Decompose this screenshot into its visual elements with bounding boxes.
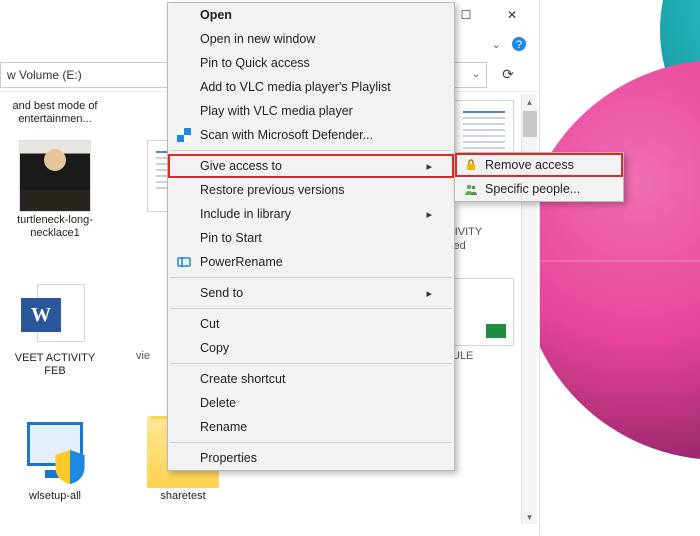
file-item[interactable]: turtleneck-long-necklace1 — [6, 136, 104, 244]
ctx-specific-people[interactable]: Specific people... — [455, 177, 623, 201]
svg-text:?: ? — [516, 39, 522, 51]
ctx-create-shortcut[interactable]: Create shortcut — [168, 367, 454, 391]
file-item[interactable] — [444, 274, 524, 350]
ctx-pin-start[interactable]: Pin to Start — [168, 226, 454, 250]
file-item[interactable]: wlsetup-all — [6, 412, 104, 507]
ctx-restore-versions[interactable]: Restore previous versions — [168, 178, 454, 202]
ctx-include-library[interactable]: Include in library▸ — [168, 202, 454, 226]
file-item[interactable]: and best mode of entertainmen... — [6, 96, 104, 130]
ctx-properties[interactable]: Properties — [168, 446, 454, 470]
image-thumbnail — [19, 140, 91, 212]
file-label-partial: vie — [136, 350, 150, 363]
context-submenu-give-access: Remove access Specific people... — [454, 152, 624, 202]
file-item[interactable]: W VEET ACTIVITY FEB — [6, 274, 104, 382]
ctx-powerrename[interactable]: PowerRename — [168, 250, 454, 274]
close-button[interactable]: ✕ — [489, 0, 535, 30]
help-icon[interactable]: ? — [511, 36, 527, 52]
ctx-give-access-to[interactable]: Give access to▸ — [168, 154, 454, 178]
chevron-right-icon: ▸ — [426, 208, 432, 221]
scroll-down-icon[interactable]: ▾ — [522, 509, 537, 525]
excel-icon — [454, 278, 514, 346]
word-icon: W — [19, 278, 91, 350]
address-dropdown-icon[interactable]: ⌄ — [472, 69, 480, 80]
ctx-send-to[interactable]: Send to▸ — [168, 281, 454, 305]
file-label: wlsetup-all — [29, 490, 81, 503]
defender-icon — [176, 127, 192, 143]
ctx-separator — [170, 277, 452, 278]
people-icon — [463, 181, 479, 197]
powerrename-icon — [176, 254, 192, 270]
ctx-vlc-add[interactable]: Add to VLC media player's Playlist — [168, 75, 454, 99]
lock-icon — [463, 157, 479, 173]
file-label: and best mode of entertainmen... — [8, 100, 102, 126]
chevron-down-icon[interactable]: ⌄ — [492, 38, 501, 51]
ctx-remove-access[interactable]: Remove access — [455, 153, 623, 177]
ctx-defender-scan[interactable]: Scan with Microsoft Defender... — [168, 123, 454, 147]
address-text: w Volume (E:) — [7, 68, 82, 82]
context-menu: Open Open in new window Pin to Quick acc… — [167, 2, 455, 471]
scroll-thumb[interactable] — [523, 111, 537, 137]
ctx-cut[interactable]: Cut — [168, 312, 454, 336]
ctx-separator — [170, 363, 452, 364]
file-label: VEET ACTIVITY FEB — [8, 352, 102, 378]
ctx-open-new-window[interactable]: Open in new window — [168, 27, 454, 51]
ctx-open[interactable]: Open — [168, 3, 454, 27]
file-label-partial: ULE — [452, 350, 473, 363]
exe-icon — [19, 416, 91, 488]
scroll-up-icon[interactable]: ▴ — [522, 94, 537, 110]
ctx-rename[interactable]: Rename — [168, 415, 454, 439]
ctx-vlc-play[interactable]: Play with VLC media player — [168, 99, 454, 123]
chevron-right-icon: ▸ — [426, 287, 432, 300]
ctx-delete[interactable]: Delete — [168, 391, 454, 415]
ctx-separator — [170, 442, 452, 443]
refresh-button[interactable]: ⟳ — [495, 62, 521, 88]
ctx-separator — [170, 308, 452, 309]
ctx-pin-quick-access[interactable]: Pin to Quick access — [168, 51, 454, 75]
file-label: turtleneck-long-necklace1 — [8, 214, 102, 240]
ctx-separator — [170, 150, 452, 151]
chevron-right-icon: ▸ — [426, 160, 432, 173]
file-label: sharetest — [160, 490, 205, 503]
desktop-wallpaper — [535, 0, 700, 536]
ctx-copy[interactable]: Copy — [168, 336, 454, 360]
